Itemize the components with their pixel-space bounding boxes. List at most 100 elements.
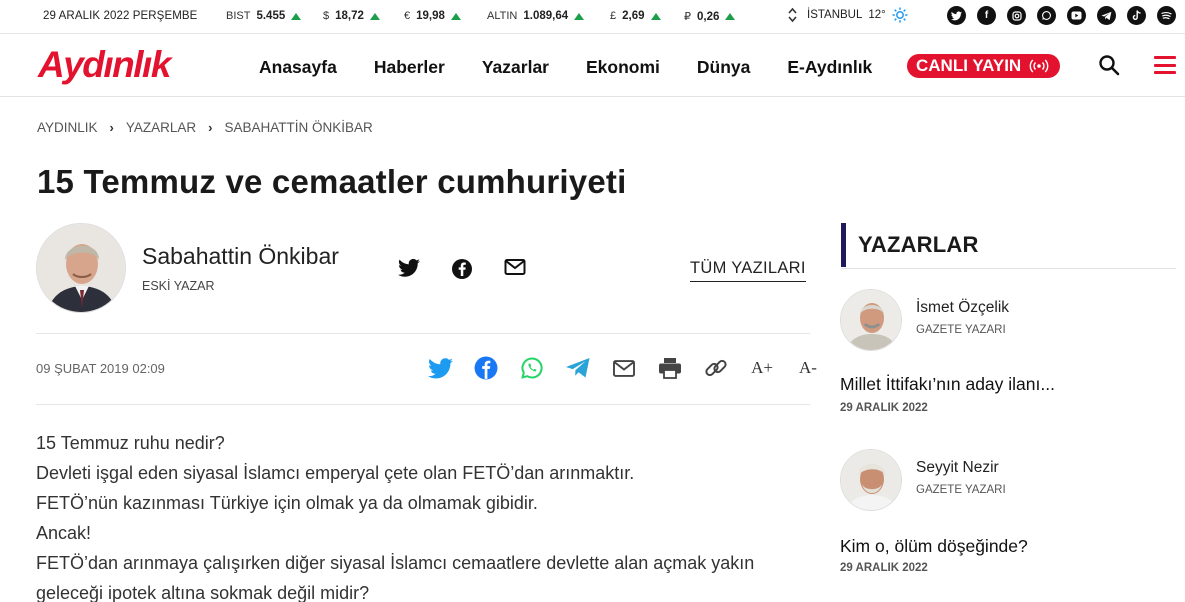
market-gbp: £ 2,69 [610,10,661,22]
breadcrumb-author[interactable]: SABAHATTİN ÖNKİBAR [225,120,373,135]
article-paragraph: Ancak! [36,523,92,543]
writer-role: GAZETE YAZARI [916,324,1006,336]
writer-role: GAZETE YAZARI [916,484,1006,496]
weather-city: İSTANBUL [807,9,863,21]
nav-item-anasayfa[interactable]: Anasayfa [259,57,337,78]
article-title: 15 Temmuz ve cemaatler cumhuriyeti [37,163,627,200]
whatsapp-icon[interactable] [519,355,545,381]
print-icon[interactable] [657,355,683,381]
spotify-icon[interactable] [1157,6,1176,25]
publish-date: 09 ŞUBAT 2019 02:09 [36,361,165,376]
arrow-up-icon [725,13,736,20]
article-paragraph: Devleti işgal eden siyasal İslamcı emper… [36,463,635,483]
mail-icon[interactable] [504,258,526,276]
telegram-icon[interactable] [1097,6,1116,25]
market-label: ₽ [684,11,691,23]
writer-name[interactable]: Seyyit Nezir [916,459,999,477]
market-rub: ₽ 0,26 [684,10,736,23]
market-value: 19,98 [416,10,445,22]
facebook-icon[interactable]: f [977,6,996,25]
market-gold: ALTIN 1.089,64 [487,10,585,22]
city-switch-icon[interactable] [788,7,797,23]
facebook-icon[interactable] [473,355,499,381]
writer-name[interactable]: İsmet Özçelik [916,299,1009,317]
market-value: 0,26 [697,10,720,23]
nav-item-yazarlar[interactable]: Yazarlar [482,57,549,78]
font-increase-button[interactable]: A+ [749,358,775,378]
whatsapp-icon[interactable] [1037,6,1056,25]
market-bist: BIST 5.455 [226,10,302,22]
market-value: 2,69 [622,10,645,22]
instagram-icon[interactable] [1007,6,1026,25]
current-date: 29 ARALIK 2022 PERŞEMBE [43,10,198,22]
author-social [398,258,526,280]
market-label: BIST [226,10,251,22]
writer-article-date: 29 ARALIK 2022 [840,402,928,414]
market-value: 1.089,64 [523,10,569,22]
search-icon[interactable] [1098,54,1120,76]
link-icon[interactable] [703,355,729,381]
share-toolbar: A+ A- [427,355,821,381]
top-bar: 29 ARALIK 2022 PERŞEMBE BIST 5.455 $ 18,… [0,0,1185,34]
live-stream-button[interactable]: CANLI YAYIN [907,54,1060,78]
author-avatar[interactable] [36,223,126,313]
market-label: £ [610,10,617,22]
article-paragraph: FETÖ’nün kazınması Türkiye için olmak ya… [36,493,538,513]
market-eur: € 19,98 [404,10,461,22]
twitter-icon[interactable] [427,355,453,381]
market-value: 18,72 [335,10,364,22]
author-role: ESKİ YAZAR [142,279,215,293]
nav-item-dunya[interactable]: Dünya [697,57,750,78]
chevron-right-icon: › [208,120,213,135]
arrow-up-icon [650,12,661,20]
writer-article-date: 29 ARALIK 2022 [840,562,928,574]
article-paragraph: 15 Temmuz ruhu nedir? [36,433,225,453]
twitter-icon[interactable] [398,258,420,278]
tiktok-icon[interactable] [1127,6,1146,25]
divider [36,404,810,405]
twitter-icon[interactable] [947,6,966,25]
nav-item-e-aydinlik[interactable]: E-Aydınlık [787,57,872,78]
broadcast-icon [1029,59,1049,73]
market-value: 5.455 [256,10,286,22]
writer-article-title[interactable]: Millet İttifakı’nın aday ilanı... [840,374,1055,395]
menu-icon[interactable] [1154,56,1176,74]
author-name[interactable]: Sabahattin Önkibar [142,243,339,270]
market-label: € [404,10,411,22]
mail-icon[interactable] [611,355,637,381]
arrow-up-icon [450,12,461,20]
all-posts-link[interactable]: TÜM YAZILARI [690,259,806,282]
site-header: Aydınlık Anasayfa Haberler Yazarlar Ekon… [0,35,1185,97]
article-paragraph: FETÖ’dan arınmaya çalışırken diğer siyas… [36,553,755,602]
market-label: ALTIN [487,10,518,22]
article-body: 15 Temmuz ruhu nedir? Devleti işgal eden… [36,428,810,602]
site-logo[interactable]: Aydınlık [38,44,171,86]
live-stream-label: CANLI YAYIN [916,56,1022,75]
writer-avatar[interactable] [840,449,902,511]
market-usd: $ 18,72 [323,10,380,22]
breadcrumb: AYDINLIK › YAZARLAR › SABAHATTİN ÖNKİBAR [37,120,373,135]
nav-item-ekonomi[interactable]: Ekonomi [586,57,660,78]
weather-temp: 12° [868,9,886,21]
nav-item-haberler[interactable]: Haberler [374,57,445,78]
arrow-up-icon [369,12,380,20]
sidebar-heading: YAZARLAR [841,223,979,267]
social-links: f [947,6,1176,25]
divider [36,333,810,334]
chevron-right-icon: › [109,120,114,135]
writer-article-title[interactable]: Kim o, ölüm döşeğinde? [840,536,1028,557]
writer-avatar[interactable] [840,289,902,351]
arrow-up-icon [574,12,585,20]
main-nav: Anasayfa Haberler Yazarlar Ekonomi Dünya… [259,57,909,78]
arrow-up-icon [291,12,302,20]
telegram-icon[interactable] [565,355,591,381]
divider [841,268,1176,269]
weather-widget[interactable]: İSTANBUL 12° [788,7,908,23]
font-decrease-button[interactable]: A- [795,358,821,378]
sun-icon [892,7,908,23]
youtube-icon[interactable] [1067,6,1086,25]
market-label: $ [323,10,330,22]
breadcrumb-writers[interactable]: YAZARLAR [126,120,196,135]
facebook-icon[interactable] [451,258,473,280]
breadcrumb-home[interactable]: AYDINLIK [37,120,98,135]
